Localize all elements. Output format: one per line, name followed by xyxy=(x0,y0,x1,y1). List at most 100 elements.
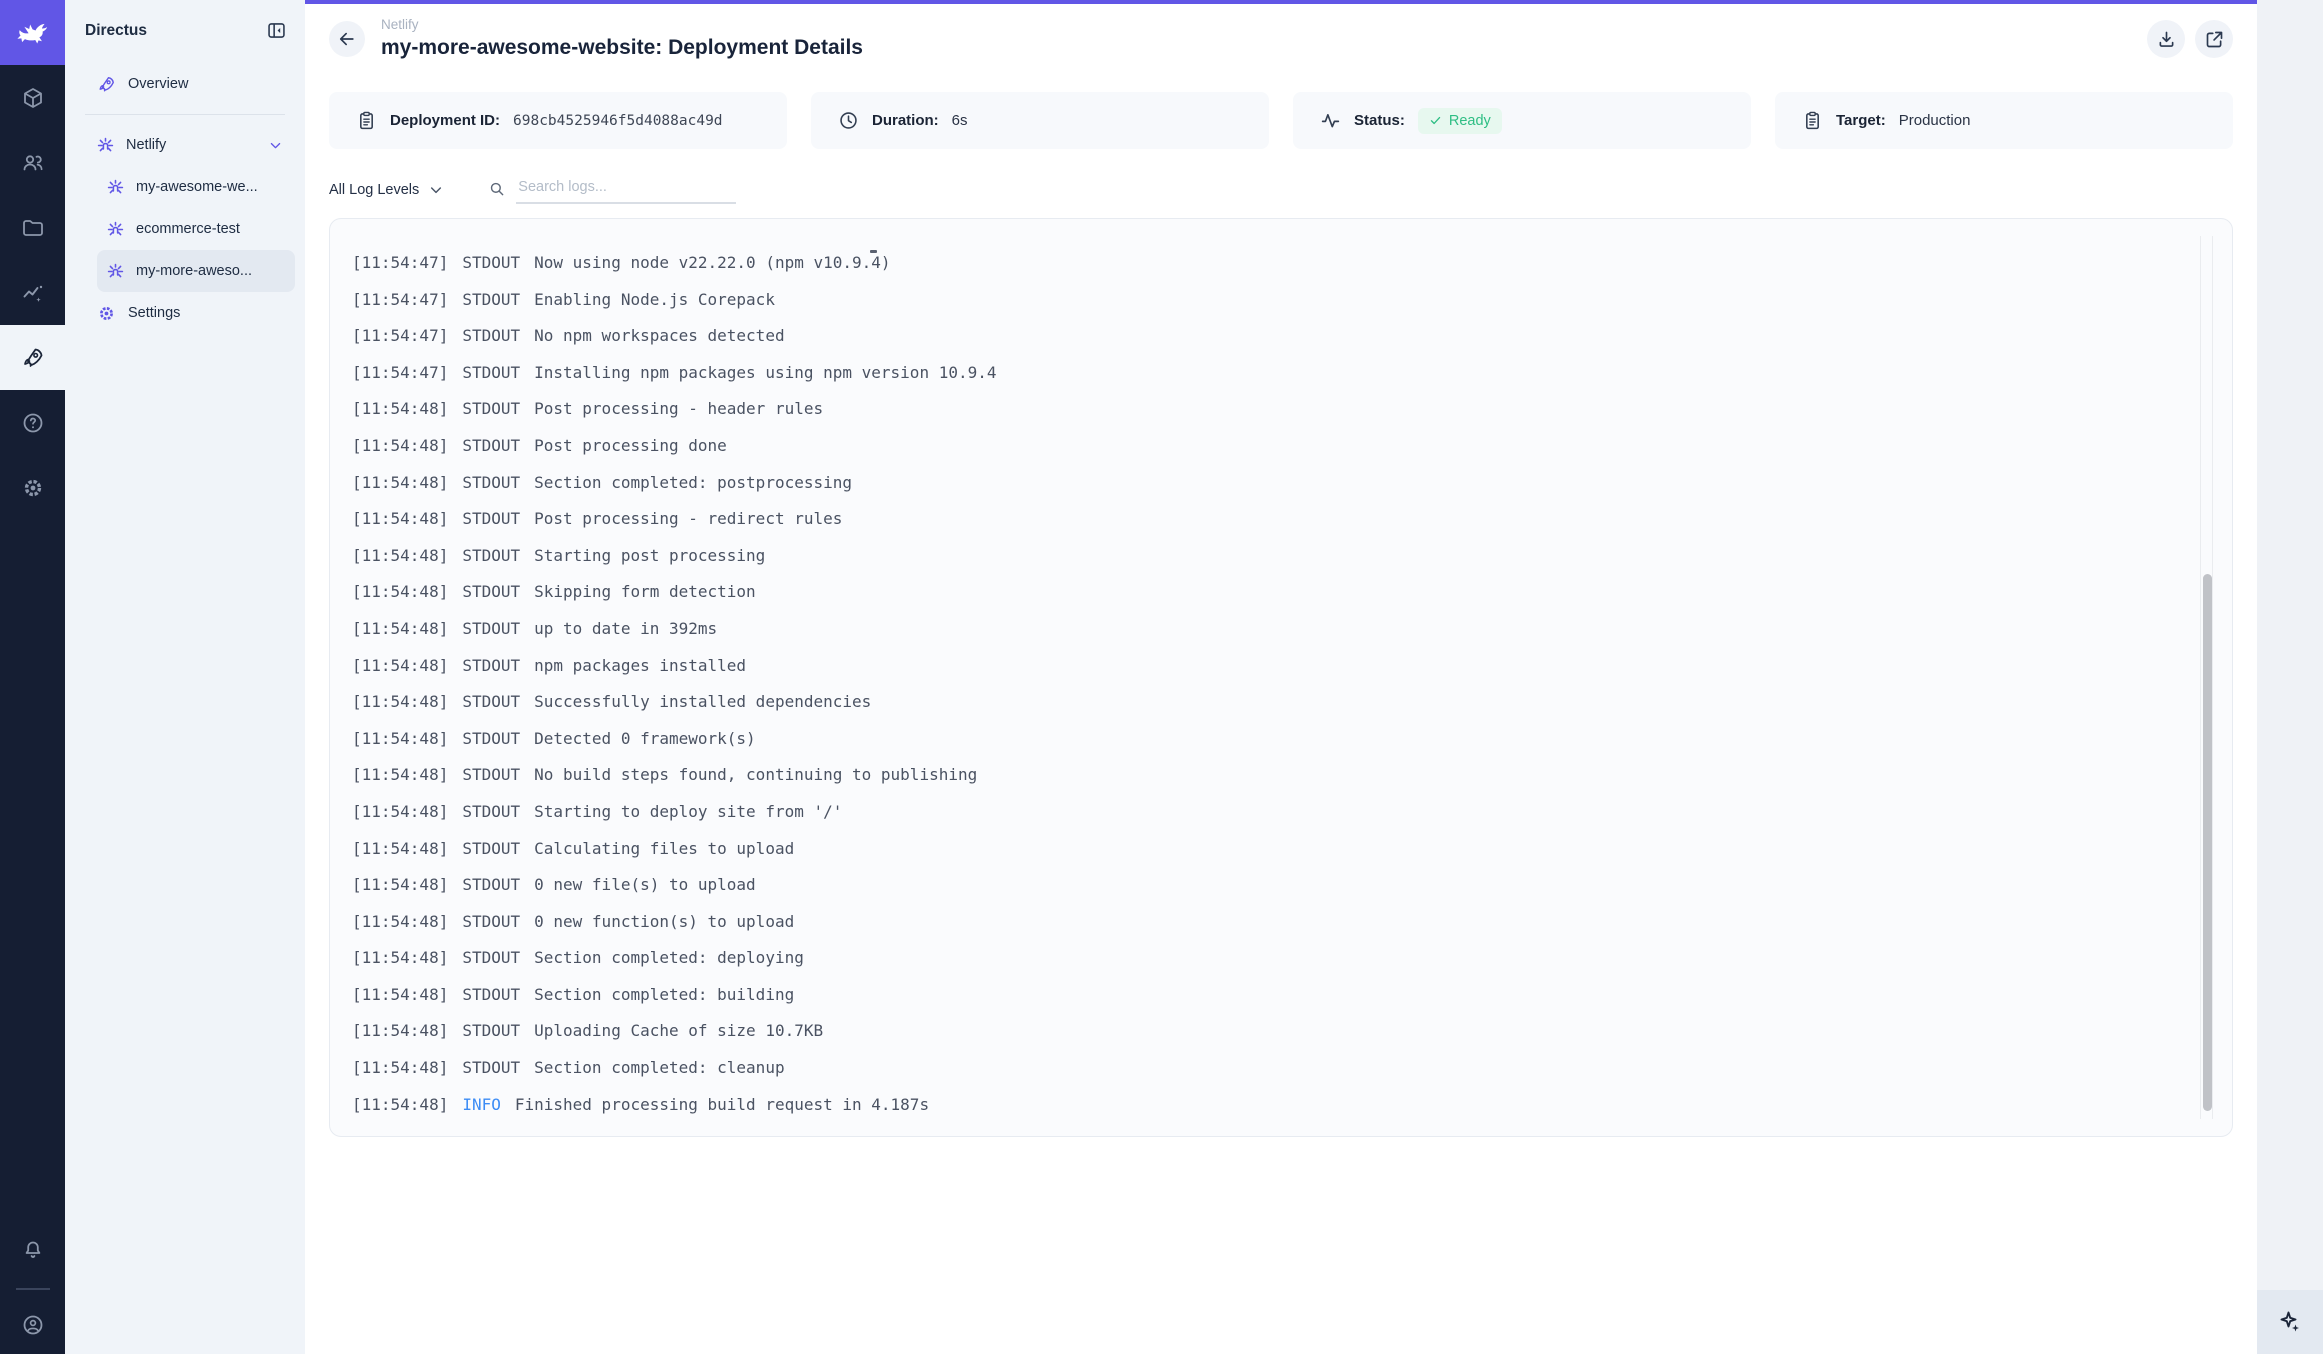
status-value: Ready xyxy=(1449,113,1491,129)
log-message: 0 new file(s) to upload xyxy=(534,875,756,894)
directus-logo[interactable] xyxy=(0,0,65,65)
log-timestamp: [11:54:48] xyxy=(352,399,448,418)
sidebar-nav: Overview Netlify my-awesome-we... xyxy=(65,55,305,334)
help-icon xyxy=(21,411,45,435)
log-level: STDOUT xyxy=(462,656,520,675)
log-message: npm packages installed xyxy=(534,656,746,675)
deployment-id-card: Deployment ID: 698cb4525946f5d4088ac49d xyxy=(329,92,787,149)
download-logs-button[interactable] xyxy=(2147,20,2185,58)
log-filters: All Log Levels xyxy=(329,170,736,204)
log-level-dropdown-label: All Log Levels xyxy=(329,182,419,198)
log-line: [11:54:48]STDOUTSection completed: clean… xyxy=(352,1050,2172,1087)
deployment-info-cards: Deployment ID: 698cb4525946f5d4088ac49d … xyxy=(329,92,2233,149)
log-level: STDOUT xyxy=(462,546,520,565)
log-timestamp: [11:54:48] xyxy=(352,1058,448,1077)
log-message: up to date in 392ms xyxy=(534,619,717,638)
log-level: STDOUT xyxy=(462,1021,520,1040)
module-tile[interactable] xyxy=(0,65,65,130)
log-level: STDOUT xyxy=(462,290,520,309)
log-line: [11:54:48]STDOUT0 new file(s) to upload xyxy=(352,867,2172,904)
sidebar-item[interactable] xyxy=(85,114,285,115)
back-button[interactable] xyxy=(329,21,365,57)
breadcrumb: Netlify xyxy=(381,17,863,34)
log-line: [11:54:48]STDOUTStarting post processing xyxy=(352,538,2172,575)
module-tile[interactable] xyxy=(0,325,65,390)
duration-card: Duration: 6s xyxy=(811,92,1269,149)
log-line: [11:54:48] STDOUT npm packages installed xyxy=(352,648,2172,685)
sidebar-item[interactable]: ecommerce-test xyxy=(97,208,295,250)
user-menu-button[interactable] xyxy=(0,1296,65,1354)
log-message: Starting post processing xyxy=(534,546,765,565)
log-level: STDOUT xyxy=(462,875,520,894)
clipboard-icon xyxy=(356,110,377,131)
netlify-icon xyxy=(107,221,124,238)
check-icon xyxy=(1429,114,1442,127)
log-line: [11:54:48]STDOUTUploading Cache of size … xyxy=(352,1013,2172,1050)
sidebar-item-label: my-awesome-we... xyxy=(136,179,258,195)
log-timestamp: [11:54:48] xyxy=(352,912,448,931)
module-tile[interactable] xyxy=(0,260,65,325)
log-line: [11:54:48]STDOUTStarting to deploy site … xyxy=(352,794,2172,831)
module-tile[interactable] xyxy=(0,130,65,195)
module-tile[interactable] xyxy=(0,390,65,455)
log-scrollbar-track[interactable] xyxy=(2200,236,2213,1119)
log-level: STDOUT xyxy=(462,692,520,711)
log-level: STDOUT xyxy=(462,253,520,272)
notifications-button[interactable] xyxy=(0,1217,65,1282)
netlify-icon xyxy=(97,137,114,154)
cube-icon xyxy=(21,86,45,110)
card-label: Target: xyxy=(1836,112,1886,129)
open-external-button[interactable] xyxy=(2195,20,2233,58)
log-message: Now using node v22.22.0 (npm v10.9.4) xyxy=(534,253,890,272)
right-sidebar xyxy=(2257,0,2323,1354)
bell-icon xyxy=(21,1238,45,1262)
log-timestamp: [11:54:48] xyxy=(352,436,448,455)
card-label: Duration: xyxy=(872,112,939,129)
sidebar-item[interactable]: Settings xyxy=(75,292,295,334)
module-tile[interactable] xyxy=(0,195,65,260)
module-tile[interactable] xyxy=(0,455,65,520)
log-timestamp: [11:54:48] xyxy=(352,802,448,821)
sidebar-item[interactable]: my-awesome-we... xyxy=(97,166,295,208)
log-timestamp: [11:54:48] xyxy=(352,1095,448,1114)
ai-assistant-button[interactable] xyxy=(2257,1290,2323,1354)
log-line: [11:54:48]STDOUTSection completed: deplo… xyxy=(352,940,2172,977)
log-line: [11:54:48]STDOUTCalculating files to upl… xyxy=(352,831,2172,868)
log-timestamp: [11:54:48] xyxy=(352,509,448,528)
log-level: STDOUT xyxy=(462,363,520,382)
module-bar-divider xyxy=(16,1288,50,1290)
collapse-sidebar-icon[interactable] xyxy=(266,20,287,41)
sidebar-title: Directus xyxy=(85,22,147,40)
settings-icon xyxy=(21,476,45,500)
sidebar-item-label: Settings xyxy=(128,305,180,321)
log-line: [11:54:48]STDOUTNo build steps found, co… xyxy=(352,757,2172,794)
log-message: Calculating files to upload xyxy=(534,839,794,858)
log-timestamp: [11:54:47] xyxy=(352,290,448,309)
card-label: Status: xyxy=(1354,112,1405,129)
log-level: STDOUT xyxy=(462,985,520,1004)
log-message: Post processing - redirect rules xyxy=(534,509,842,528)
log-message: No npm workspaces detected xyxy=(534,326,784,345)
log-panel: [11:54:47] STDOUT Now using node v22.22.0 … xyxy=(329,218,2233,1137)
log-level: STDOUT xyxy=(462,948,520,967)
log-message: Section completed: deploying xyxy=(534,948,804,967)
log-message: Post processing - header rules xyxy=(534,399,823,418)
log-timestamp: [11:54:48] xyxy=(352,656,448,675)
log-message: Installing npm packages using npm versio… xyxy=(534,363,996,382)
sparkle-icon xyxy=(2278,1310,2302,1334)
sidebar-item[interactable]: Overview xyxy=(75,63,295,105)
log-level-dropdown[interactable]: All Log Levels xyxy=(329,182,444,204)
main-content: Netlify my-more-awesome-website: Deploym… xyxy=(305,0,2257,1354)
sidebar: Directus Overview Netlify xyxy=(65,0,305,1354)
log-line: [11:54:48]STDOUTDetected 0 framework(s) xyxy=(352,721,2172,758)
sidebar-item[interactable]: Netlify xyxy=(75,124,295,166)
sidebar-item[interactable]: my-more-aweso... xyxy=(97,250,295,292)
log-timestamp: [11:54:47] xyxy=(352,253,448,272)
log-scrollbar-thumb[interactable] xyxy=(2203,574,2212,1111)
target-value: Production xyxy=(1899,112,1971,129)
sidebar-item-label: ecommerce-test xyxy=(136,221,240,237)
search-logs-input[interactable] xyxy=(516,175,736,204)
log-message: Finished processing build request in 4.1… xyxy=(515,1095,929,1114)
log-timestamp: [11:54:48] xyxy=(352,985,448,1004)
netlify-icon xyxy=(107,263,124,280)
